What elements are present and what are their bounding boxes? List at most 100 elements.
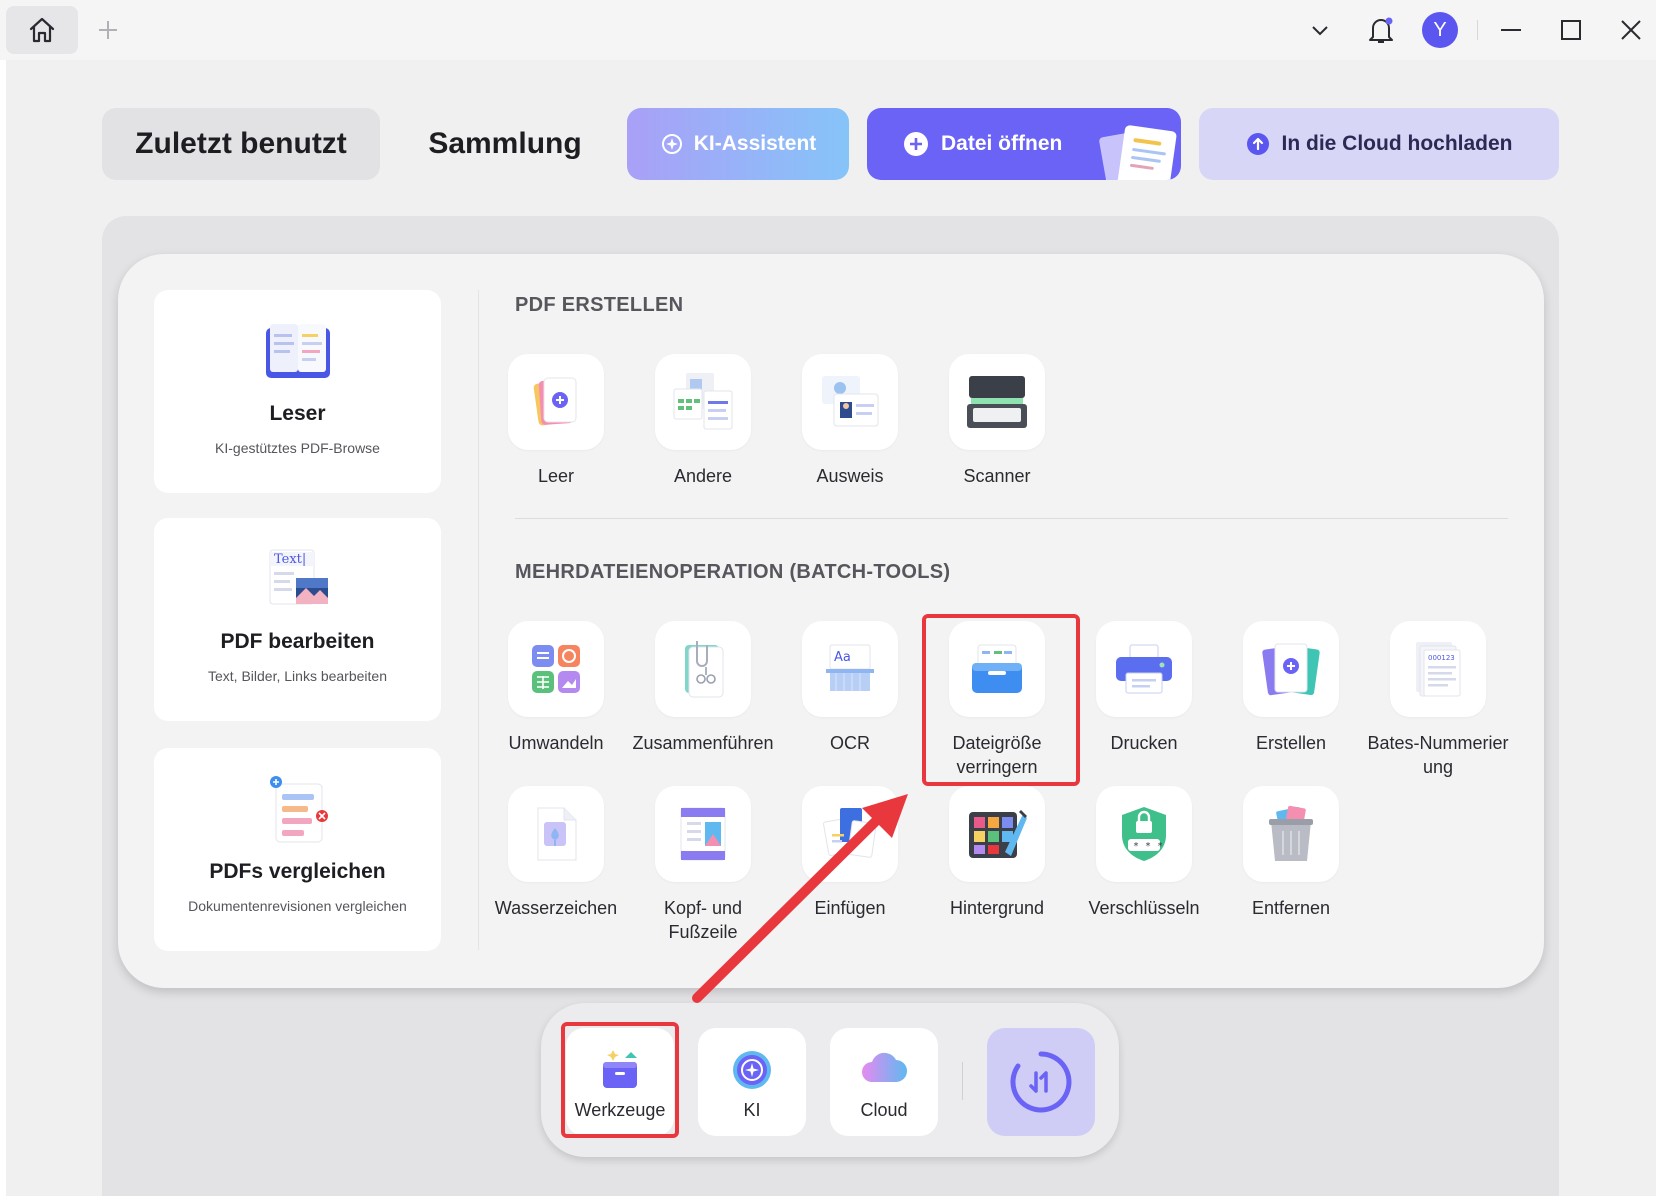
- ai-assistant-label: KI-Assistent: [693, 132, 817, 155]
- create-pdf-heading: PDF ERSTELLEN: [515, 294, 684, 316]
- open-file-label: Datei öffnen: [941, 132, 1063, 155]
- create-document-icon: [1262, 643, 1320, 696]
- compare-documents-icon: [269, 776, 328, 843]
- scanner-icon: [967, 376, 1027, 428]
- edit-pdf-card-title: PDF bearbeiten: [220, 630, 375, 653]
- tool-insert[interactable]: Einfügen: [775, 786, 925, 920]
- dropdown-button[interactable]: [1302, 12, 1338, 48]
- close-button[interactable]: [1613, 12, 1649, 48]
- upload-arrow-icon: [1246, 133, 1269, 155]
- tool-background[interactable]: Hintergrund: [922, 786, 1072, 920]
- tool-id-card-label: Ausweis: [816, 466, 884, 486]
- ai-assistant-button[interactable]: KI-Assistent: [627, 108, 849, 180]
- compress-tool-highlight: [922, 614, 1080, 786]
- tool-bates-numbering-label: Bates-Nummerier ung: [1367, 733, 1509, 777]
- bell-icon: [1369, 17, 1393, 43]
- dock-cloud-button[interactable]: Cloud: [830, 1028, 938, 1136]
- bates-icon-label: 000123: [1428, 654, 1455, 662]
- plus-circle-icon: [904, 132, 928, 156]
- printer-icon: [1116, 644, 1172, 694]
- ai-orb-icon: [733, 1051, 771, 1089]
- tool-print[interactable]: Drucken: [1069, 621, 1219, 755]
- password-dots: * * *: [1133, 841, 1163, 852]
- tool-scanner[interactable]: Scanner: [922, 354, 1072, 488]
- ocr-icon-label: Aa: [834, 650, 851, 665]
- tool-convert[interactable]: Umwandeln: [481, 621, 631, 755]
- minimize-button[interactable]: [1493, 12, 1529, 48]
- compare-pdfs-card-subtitle: Dokumentenrevisionen vergleichen: [188, 898, 407, 914]
- upload-cloud-button[interactable]: In die Cloud hochladen: [1199, 108, 1559, 180]
- tool-print-label: Drucken: [1110, 733, 1178, 753]
- tool-ocr-label: OCR: [830, 733, 870, 753]
- batch-tools-heading: MEHRDATEIENOPERATION (BATCH-TOOLS): [515, 561, 951, 583]
- dock-sync-button[interactable]: [987, 1028, 1095, 1136]
- documents-decoration-icon: [1099, 125, 1177, 180]
- tool-background-label: Hintergrund: [949, 898, 1045, 918]
- tool-remove-label: Entfernen: [1251, 898, 1331, 918]
- panel-divider: [478, 290, 479, 950]
- merge-documents-icon: [685, 641, 724, 698]
- tool-ocr[interactable]: Aa OCR: [775, 621, 925, 755]
- ocr-icon: Aa: [826, 644, 874, 691]
- blank-page-icon: [533, 377, 577, 426]
- tool-watermark-label: Wasserzeichen: [494, 898, 618, 918]
- chevron-down-icon: [1312, 26, 1328, 36]
- edit-text-image-icon: Text|: [269, 549, 328, 605]
- tool-encrypt[interactable]: * * * Verschlüsseln: [1069, 786, 1219, 920]
- background-palette-icon: [969, 810, 1027, 858]
- tool-blank-label: Leer: [537, 466, 575, 486]
- tool-header-footer[interactable]: Kopf- und Fußzeile: [628, 786, 778, 944]
- tool-encrypt-label: Verschlüsseln: [1088, 898, 1200, 918]
- tool-create-label: Erstellen: [1255, 733, 1327, 753]
- compare-pdfs-card[interactable]: PDFs vergleichen Dokumentenrevisionen ve…: [154, 748, 441, 951]
- tool-merge-label: Zusammenführen: [632, 733, 774, 753]
- watermark-icon: [537, 807, 577, 861]
- tool-convert-label: Umwandeln: [508, 733, 604, 753]
- convert-grid-icon: [532, 645, 580, 693]
- upload-cloud-label: In die Cloud hochladen: [1281, 132, 1513, 155]
- tool-scanner-label: Scanner: [963, 466, 1031, 486]
- tool-blank[interactable]: Leer: [481, 354, 631, 488]
- trash-bin-icon: [1269, 805, 1313, 861]
- home-tab[interactable]: [6, 6, 78, 54]
- tool-id-card[interactable]: Ausweis: [775, 354, 925, 488]
- reader-card-subtitle: KI-gestütztes PDF-Browse: [215, 440, 380, 456]
- home-icon: [29, 17, 55, 43]
- minimize-icon: [1501, 29, 1521, 31]
- tool-watermark[interactable]: Wasserzeichen: [481, 786, 631, 920]
- insert-pages-icon: [823, 808, 877, 858]
- plus-icon: [99, 21, 117, 39]
- close-icon: [1621, 20, 1641, 40]
- id-card-icon: [822, 376, 879, 427]
- tool-create[interactable]: Erstellen: [1216, 621, 1366, 755]
- tool-remove[interactable]: Entfernen: [1216, 786, 1366, 920]
- edit-text-icon-label: Text|: [274, 552, 306, 567]
- reader-card-title: Leser: [269, 402, 326, 425]
- user-avatar[interactable]: Y: [1422, 12, 1458, 48]
- tool-other[interactable]: Andere: [628, 354, 778, 488]
- dock-ai-button[interactable]: KI: [698, 1028, 806, 1136]
- notifications-button[interactable]: [1363, 12, 1399, 48]
- tab-collection[interactable]: Sammlung: [400, 108, 610, 180]
- dock-divider: [962, 1062, 963, 1100]
- dock-ai-label: KI: [743, 1100, 761, 1120]
- edit-pdf-card-subtitle: Text, Bilder, Links bearbeiten: [208, 668, 387, 684]
- section-divider: [515, 518, 1508, 519]
- maximize-button[interactable]: [1553, 12, 1589, 48]
- other-documents-icon: [673, 373, 733, 430]
- dock-tools-highlight: [561, 1022, 679, 1138]
- cloud-icon: [862, 1052, 907, 1082]
- edit-pdf-card[interactable]: Text| PDF bearbeiten Text, Bilder, Links…: [154, 518, 441, 721]
- reader-card[interactable]: Leser KI-gestütztes PDF-Browse: [154, 290, 441, 493]
- tab-recent[interactable]: Zuletzt benutzt: [102, 108, 380, 180]
- encrypt-shield-icon: * * *: [1122, 807, 1166, 861]
- open-file-button[interactable]: Datei öffnen: [867, 108, 1181, 180]
- tool-merge[interactable]: Zusammenführen: [628, 621, 778, 755]
- title-bar: Y: [0, 0, 1656, 60]
- tool-header-footer-label: Kopf- und Fußzeile: [663, 898, 743, 942]
- bates-numbering-icon: 000123: [1416, 642, 1461, 697]
- tool-insert-label: Einfügen: [814, 898, 886, 918]
- book-icon: [265, 324, 330, 378]
- tool-bates-numbering[interactable]: 000123 Bates-Nummerier ung: [1363, 621, 1513, 779]
- new-tab-button[interactable]: [94, 14, 122, 46]
